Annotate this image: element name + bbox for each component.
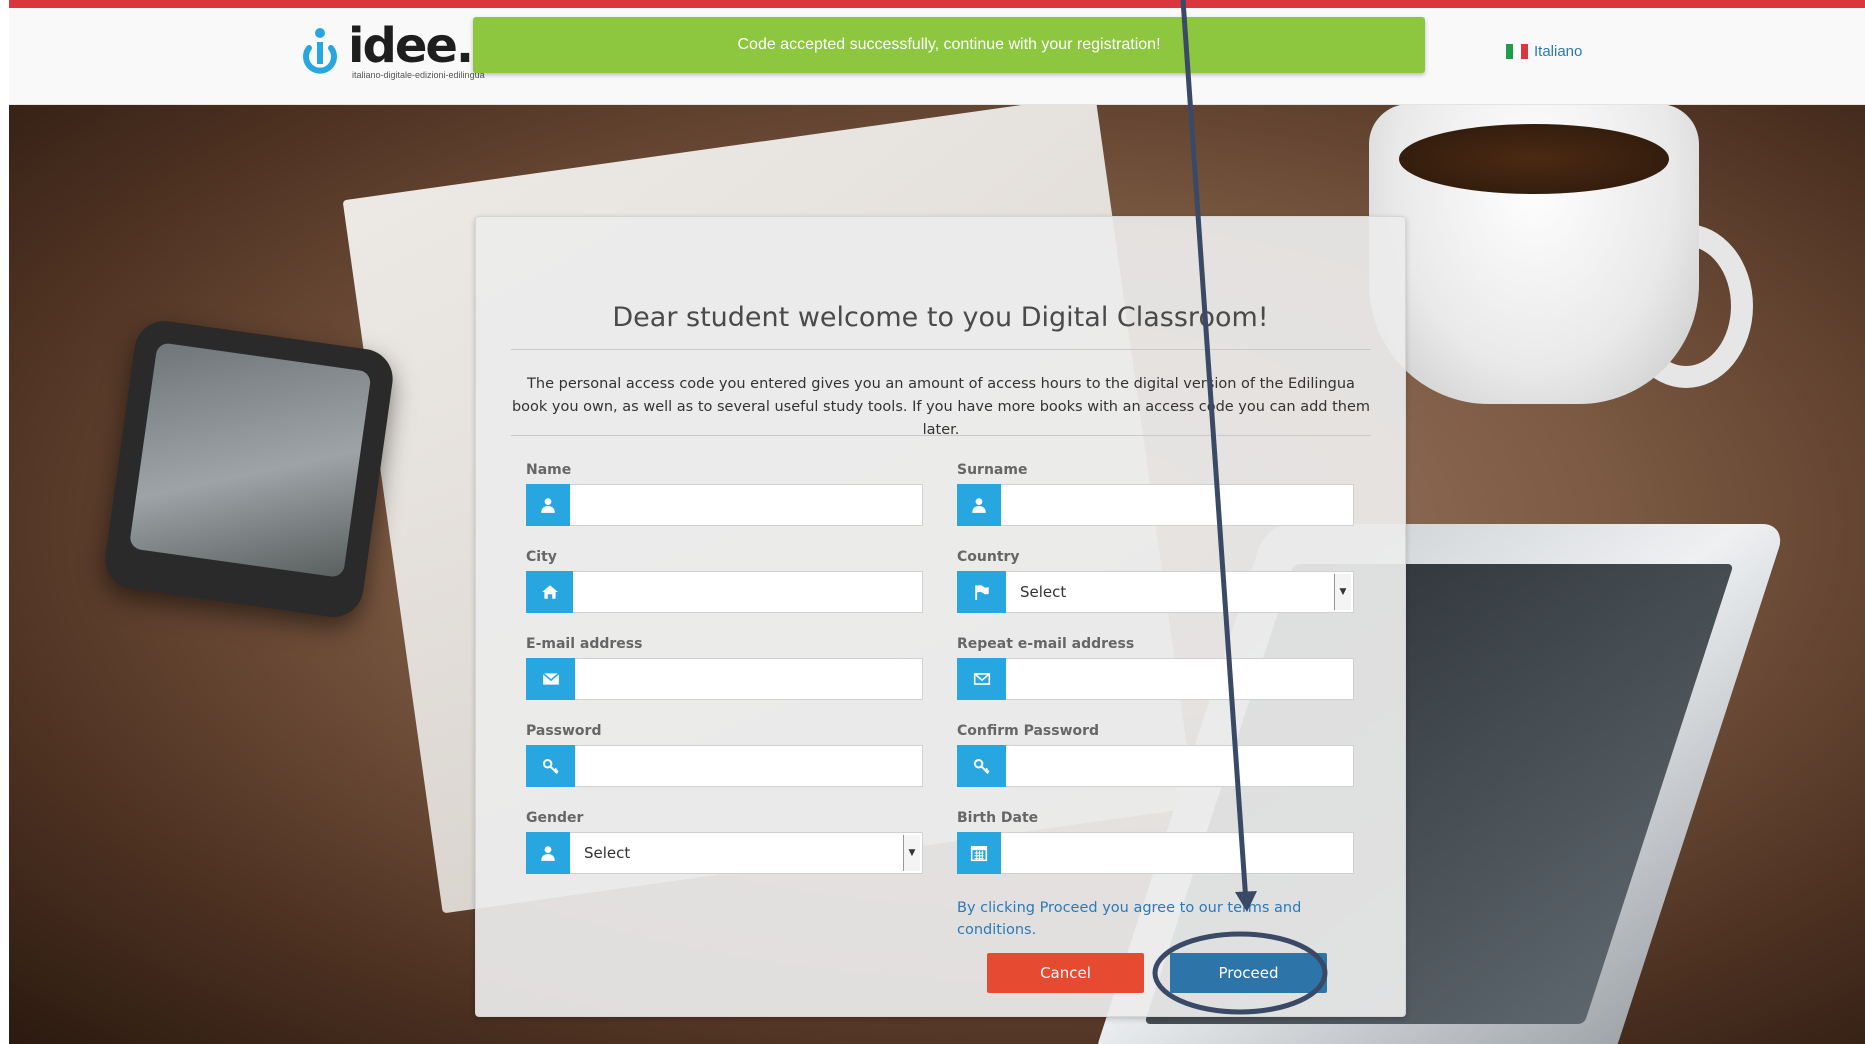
- city-field-group: City: [526, 549, 923, 613]
- name-input[interactable]: [570, 484, 923, 526]
- birth-date-field-group: Birth Date: [957, 810, 1354, 874]
- country-select-value: Select: [1020, 583, 1067, 601]
- surname-input[interactable]: [1001, 484, 1354, 526]
- italian-flag-icon: [1506, 44, 1528, 59]
- divider: [511, 349, 1371, 350]
- logo-tagline: italiano-digitale-edizioni-edilingua: [352, 70, 485, 80]
- chevron-down-icon: ▼: [903, 835, 920, 871]
- email-field-group: E-mail address: [526, 636, 923, 700]
- language-label: Italiano: [1534, 43, 1583, 60]
- divider: [511, 435, 1371, 436]
- gender-select-value: Select: [584, 844, 631, 862]
- confirm-password-input[interactable]: [1006, 745, 1354, 787]
- key-icon: [957, 745, 1006, 787]
- user-icon: [526, 832, 570, 874]
- cancel-button[interactable]: Cancel: [987, 953, 1144, 993]
- home-icon: [526, 571, 573, 613]
- gender-select[interactable]: Select ▼: [570, 832, 923, 874]
- birth-date-label: Birth Date: [957, 810, 1039, 826]
- password-label: Password: [526, 723, 602, 739]
- surname-label: Surname: [957, 462, 1028, 478]
- left-edge: [0, 0, 9, 1044]
- name-label: Name: [526, 462, 572, 478]
- proceed-button[interactable]: Proceed: [1170, 953, 1327, 993]
- gender-label: Gender: [526, 810, 584, 826]
- flag-icon: [957, 571, 1006, 613]
- country-field-group: Country Select ▼: [957, 549, 1354, 613]
- country-label: Country: [957, 549, 1020, 565]
- email-label: E-mail address: [526, 636, 643, 652]
- confirm-password-field-group: Confirm Password: [957, 723, 1354, 787]
- birth-date-input[interactable]: [1001, 832, 1354, 874]
- power-logo-icon: [303, 28, 337, 74]
- intro-text: The personal access code you entered giv…: [511, 376, 1371, 438]
- success-toast: Code accepted successfully, continue wit…: [473, 17, 1425, 73]
- calendar-icon: [957, 832, 1001, 874]
- surname-field-group: Surname: [957, 462, 1354, 526]
- password-field-group: Password: [526, 723, 923, 787]
- page-title: Dear student welcome to you Digital Clas…: [612, 302, 1269, 333]
- top-accent-line: [0, 0, 1865, 8]
- email-input[interactable]: [575, 658, 923, 700]
- user-icon: [526, 484, 570, 526]
- registration-panel: Dear student welcome to you Digital Clas…: [475, 216, 1406, 1017]
- key-icon: [526, 745, 575, 787]
- password-input[interactable]: [575, 745, 923, 787]
- chevron-down-icon: ▼: [1334, 574, 1351, 610]
- country-select[interactable]: Select ▼: [1006, 571, 1354, 613]
- language-switch[interactable]: Italiano: [1506, 43, 1582, 60]
- terms-link[interactable]: By clicking Proceed you agree to our ter…: [957, 897, 1317, 941]
- repeat-email-label: Repeat e-mail address: [957, 636, 1135, 652]
- name-field-group: Name: [526, 462, 923, 526]
- background-coffee-cup: [1369, 104, 1699, 404]
- gender-field-group: Gender Select ▼: [526, 810, 923, 874]
- user-icon: [957, 484, 1001, 526]
- envelope-icon: [526, 658, 575, 700]
- repeat-email-field-group: Repeat e-mail address: [957, 636, 1354, 700]
- city-label: City: [526, 549, 557, 565]
- logo-text: idee.: [348, 18, 474, 74]
- confirm-password-label: Confirm Password: [957, 723, 1100, 739]
- city-input[interactable]: [573, 571, 923, 613]
- background-phone: [101, 317, 397, 621]
- envelope-outline-icon: [957, 658, 1006, 700]
- repeat-email-input[interactable]: [1006, 658, 1354, 700]
